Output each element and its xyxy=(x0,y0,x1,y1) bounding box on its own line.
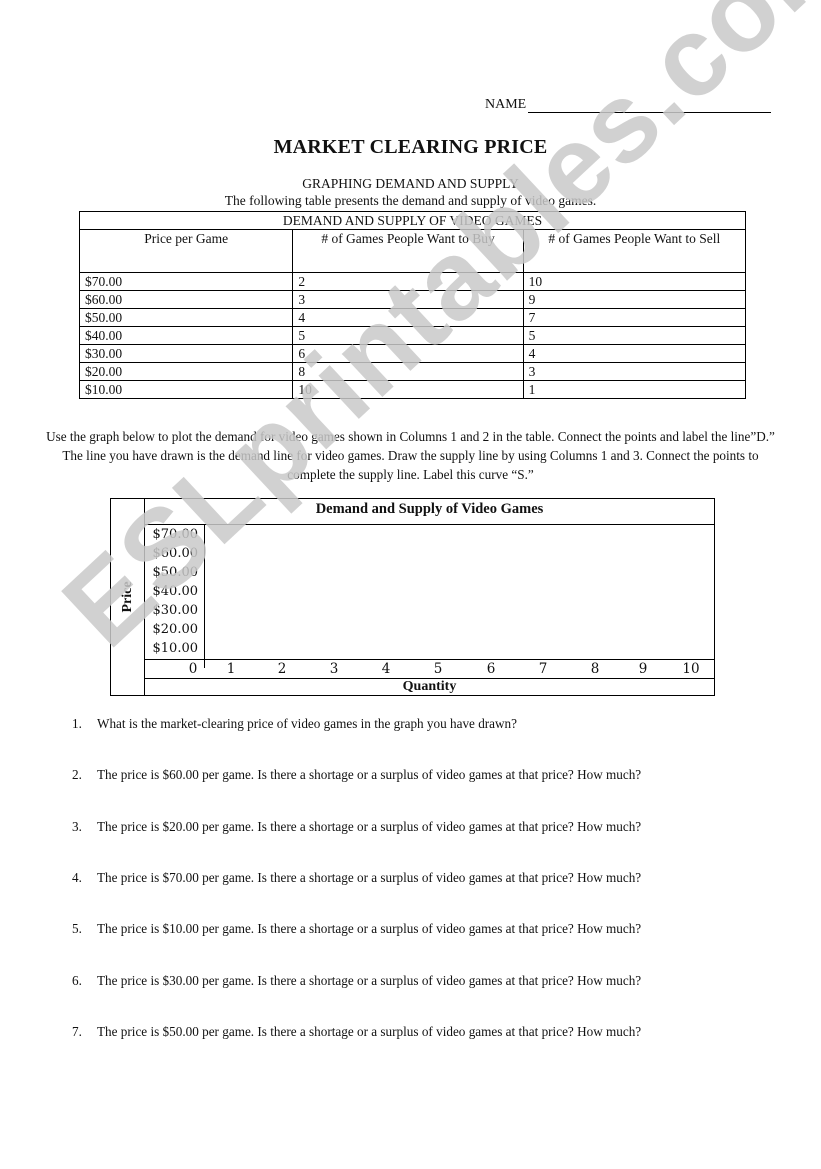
graph-instructions: Use the graph below to plot the demand f… xyxy=(46,429,775,482)
demand-supply-table: DEMAND AND SUPPLY OF VIDEO GAMES Price p… xyxy=(78,211,747,399)
question-item: 5. The price is $10.00 per game. Is there… xyxy=(72,921,641,937)
table-row: $60.00 3 9 xyxy=(78,290,747,309)
sell-cell: 4 xyxy=(522,344,747,363)
question-number: 7. xyxy=(72,1023,82,1039)
x-tick-label: 7 xyxy=(538,661,548,677)
table-row: $70.00 2 10 xyxy=(78,272,747,291)
x-tick-label: 1 xyxy=(226,661,236,677)
y-tick-label: $30.00 xyxy=(152,603,199,618)
buy-cell: 5 xyxy=(292,326,524,345)
buy-cell: 10 xyxy=(292,380,524,399)
table-row: $50.00 4 7 xyxy=(78,308,747,327)
y-axis-label-column: Price xyxy=(111,499,145,695)
question-number: 1. xyxy=(72,716,82,731)
x-tick-label: 9 xyxy=(638,661,648,677)
header-sell: # of Games People Want to Sell xyxy=(522,229,747,273)
x-tick-label: 0 xyxy=(188,661,198,677)
table-row: $30.00 6 4 xyxy=(78,344,747,363)
y-tick-label: $10.00 xyxy=(152,641,199,656)
sell-cell: 9 xyxy=(522,290,747,309)
table-row: $40.00 5 5 xyxy=(78,326,747,345)
blank-graph: Price Demand and Supply of Video Games $… xyxy=(110,498,715,696)
question-text: The price is $20.00 per game. Is there a… xyxy=(97,818,642,834)
price-cell: $10.00 xyxy=(78,380,294,399)
buy-cell: 8 xyxy=(292,362,524,381)
question-text: The price is $50.00 per game. Is there a… xyxy=(97,1023,642,1039)
y-tick-label: $70.00 xyxy=(152,527,199,542)
y-tick-label: $60.00 xyxy=(152,546,199,561)
y-tick-label: $50.00 xyxy=(152,565,199,580)
x-tick-label: 5 xyxy=(433,661,443,677)
page-title: MARKET CLEARING PRICE xyxy=(273,136,548,158)
question-text: The price is $30.00 per game. Is there a… xyxy=(97,972,642,988)
x-tick-label: 10 xyxy=(682,661,700,677)
question-number: 6. xyxy=(72,972,82,988)
price-cell: $70.00 xyxy=(78,272,294,291)
question-text: The price is $10.00 per game. Is there a… xyxy=(97,921,642,937)
y-tick-label: $20.00 xyxy=(152,622,199,637)
question-item: 3. The price is $20.00 per game. Is there… xyxy=(72,819,641,835)
y-tick-column: $70.00 $60.00 $50.00 $40.00 $30.00 $20.00 $10.… xyxy=(145,525,205,668)
question-item: 2. The price is $60.00 per game. Is there… xyxy=(72,767,641,783)
table-caption: DEMAND AND SUPPLY OF VIDEO GAMES xyxy=(79,211,746,230)
x-tick-label: 6 xyxy=(486,661,496,677)
name-field: NAME xyxy=(485,97,772,113)
question-item: 4. The price is $70.00 per game. Is there… xyxy=(72,870,641,886)
buy-cell: 6 xyxy=(292,344,524,363)
question-text: The price is $70.00 per game. Is there a… xyxy=(97,869,642,885)
x-tick-label: 4 xyxy=(381,661,391,677)
x-axis-label: Quantity xyxy=(402,679,457,694)
sell-cell: 5 xyxy=(522,326,747,345)
name-label: NAME xyxy=(485,97,527,112)
section-subtitle: GRAPHING DEMAND AND SUPPLY xyxy=(302,176,519,191)
question-text: What is the market-clearing price of vid… xyxy=(97,716,518,731)
header-buy: # of Games People Want to Buy xyxy=(292,229,524,273)
y-tick-label: $40.00 xyxy=(152,584,199,599)
name-blank-line[interactable] xyxy=(528,97,772,113)
question-text: The price is $60.00 per game. Is there a… xyxy=(97,767,642,783)
x-tick-label: 3 xyxy=(329,661,339,677)
intro-text: The following table presents the demand … xyxy=(224,193,597,208)
buy-cell: 3 xyxy=(292,290,524,309)
plot-area[interactable] xyxy=(205,525,714,668)
header-price: Price per Game xyxy=(78,229,294,273)
sell-cell: 10 xyxy=(522,272,747,291)
question-item: 6. The price is $30.00 per game. Is there… xyxy=(72,973,641,989)
price-cell: $20.00 xyxy=(78,362,294,381)
question-number: 4. xyxy=(72,869,82,885)
price-cell: $60.00 xyxy=(78,290,294,309)
x-tick-row: 0 1 2 3 4 5 6 7 8 9 10 xyxy=(145,659,714,679)
x-tick-label: 2 xyxy=(277,661,287,677)
sell-cell: 3 xyxy=(522,362,747,381)
question-number: 5. xyxy=(72,921,82,937)
question-item: 7. The price is $50.00 per game. Is there… xyxy=(72,1024,641,1040)
graph-title: Demand and Supply of Video Games xyxy=(145,499,714,525)
question-item: 1. What is the market-clearing price of v… xyxy=(72,716,517,732)
question-number: 2. xyxy=(72,767,82,783)
table-row: $10.00 10 1 xyxy=(78,380,747,399)
question-number: 3. xyxy=(72,818,82,834)
sell-cell: 7 xyxy=(522,308,747,327)
x-tick-label: 8 xyxy=(590,661,600,677)
table-row: $20.00 8 3 xyxy=(78,362,747,381)
y-axis-label: Price xyxy=(119,581,135,613)
buy-cell: 2 xyxy=(292,272,524,291)
buy-cell: 4 xyxy=(292,308,524,327)
price-cell: $50.00 xyxy=(78,308,294,327)
price-cell: $30.00 xyxy=(78,344,294,363)
price-cell: $40.00 xyxy=(78,326,294,345)
sell-cell: 1 xyxy=(522,380,747,399)
